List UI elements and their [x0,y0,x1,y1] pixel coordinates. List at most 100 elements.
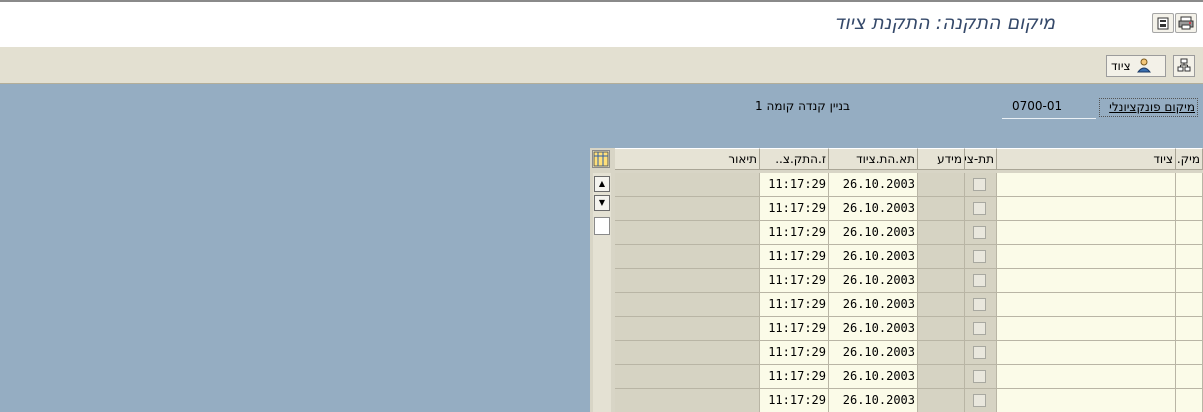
col-info-cell [918,197,965,221]
col-install-date-cell[interactable]: 26.10.2003 [829,245,918,269]
col-sub-equipment-cell [965,245,997,269]
col-sub-equipment-cell [965,365,997,389]
col-info-cell [918,317,965,341]
col-sub-equipment-cell [965,269,997,293]
col-info-cell [918,389,965,412]
col-location-cell[interactable] [1176,293,1203,317]
col-install-date-cell[interactable]: 26.10.2003 [829,389,918,412]
col-location-cell[interactable] [1176,269,1203,293]
col-info-cell [918,245,965,269]
col-location-cell[interactable] [1176,389,1203,412]
arrow-up-icon[interactable]: ▲ [594,176,610,192]
col-install-date-cell[interactable]: 26.10.2003 [829,221,918,245]
col-location-cell[interactable] [1176,197,1203,221]
column-header-description[interactable]: תיאור [615,148,760,170]
col-install-time-cell[interactable]: 11:17:29 [760,221,829,245]
column-header-equipment[interactable]: ציוד [997,148,1176,170]
col-install-time-cell[interactable]: 11:17:29 [760,245,829,269]
col-description-cell [615,317,760,341]
col-install-time-cell[interactable]: 11:17:29 [760,293,829,317]
functional-location-value: 0700-01 [1012,99,1063,113]
col-install-date-cell[interactable]: 26.10.2003 [829,341,918,365]
title-bar: מיקום התקנה: התקנת ציוד [0,0,1203,47]
col-location-cell[interactable] [1176,365,1203,389]
col-description-cell [615,245,760,269]
col-info-cell [918,293,965,317]
col-sub-equipment-cell [965,293,997,317]
col-sub-equipment-cell [965,221,997,245]
sub-equipment-checkbox[interactable] [973,178,986,191]
equipment-button[interactable]: ציוד [1106,55,1166,77]
col-install-date-cell[interactable]: 26.10.2003 [829,173,918,197]
col-location-cell[interactable] [1176,341,1203,365]
col-install-time-cell[interactable]: 11:17:29 [760,197,829,221]
col-equipment-cell[interactable] [997,389,1176,412]
column-header-install-time[interactable]: ז.התק.צ.. [760,148,829,170]
hierarchy-icon [1177,58,1191,75]
sub-equipment-checkbox[interactable] [973,322,986,335]
column-header-location[interactable]: מיק. [1176,148,1203,170]
functional-location-underline [1002,118,1096,119]
sub-equipment-checkbox[interactable] [973,226,986,239]
col-equipment-cell[interactable] [997,197,1176,221]
sub-equipment-checkbox[interactable] [973,370,986,383]
sub-equipment-checkbox[interactable] [973,274,986,287]
col-description-cell [615,197,760,221]
functional-location-label[interactable]: מיקום פונקציונלי [1099,98,1198,117]
col-info-cell [918,221,965,245]
column-header-info[interactable]: מידע [918,148,965,170]
col-install-time-cell[interactable]: 11:17:29 [760,317,829,341]
col-info-cell [918,173,965,197]
col-description-cell [615,269,760,293]
col-equipment-cell[interactable] [997,317,1176,341]
sub-equipment-checkbox[interactable] [973,202,986,215]
functional-location-description: בניין קנדה קומה 1 [755,99,850,113]
scrollbar-thumb[interactable] [594,217,610,235]
print-icon[interactable] [1175,13,1197,33]
col-equipment-cell[interactable] [997,269,1176,293]
application-toolbar: ציוד [0,47,1203,84]
col-equipment-cell[interactable] [997,173,1176,197]
col-equipment-cell[interactable] [997,221,1176,245]
col-location-cell[interactable] [1176,173,1203,197]
col-sub-equipment-cell [965,197,997,221]
col-location-cell[interactable] [1176,221,1203,245]
col-description-cell [615,173,760,197]
col-location-cell[interactable] [1176,317,1203,341]
col-info-cell [918,365,965,389]
col-equipment-cell[interactable] [997,341,1176,365]
col-sub-equipment-cell [965,173,997,197]
column-settings-icon[interactable] [592,150,610,168]
vertical-scrollbar[interactable]: ▲ ▼ [593,173,611,412]
column-header-sub-equipment[interactable]: תת-צי [965,148,997,170]
hierarchy-button[interactable] [1173,55,1195,77]
col-sub-equipment-cell [965,389,997,412]
col-location-cell[interactable] [1176,245,1203,269]
column-header-install-date[interactable]: תא.הת.ציוד [829,148,918,170]
col-equipment-cell[interactable] [997,365,1176,389]
col-install-date-cell[interactable]: 26.10.2003 [829,293,918,317]
sub-equipment-checkbox[interactable] [973,250,986,263]
col-install-date-cell[interactable]: 26.10.2003 [829,365,918,389]
sub-equipment-checkbox[interactable] [973,298,986,311]
col-description-cell [615,389,760,412]
col-equipment-cell[interactable] [997,293,1176,317]
col-description-cell [615,293,760,317]
col-description-cell [615,341,760,365]
display-change-icon[interactable] [1152,13,1174,33]
col-equipment-cell[interactable] [997,245,1176,269]
col-install-date-cell[interactable]: 26.10.2003 [829,317,918,341]
col-install-date-cell[interactable]: 26.10.2003 [829,269,918,293]
col-install-time-cell[interactable]: 11:17:29 [760,365,829,389]
col-install-date-cell[interactable]: 26.10.2003 [829,197,918,221]
col-sub-equipment-cell [965,341,997,365]
col-info-cell [918,269,965,293]
col-sub-equipment-cell [965,317,997,341]
sub-equipment-checkbox[interactable] [973,394,986,407]
col-install-time-cell[interactable]: 11:17:29 [760,341,829,365]
arrow-down-icon[interactable]: ▼ [594,195,610,211]
col-install-time-cell[interactable]: 11:17:29 [760,389,829,412]
col-install-time-cell[interactable]: 11:17:29 [760,269,829,293]
sub-equipment-checkbox[interactable] [973,346,986,359]
col-install-time-cell[interactable]: 11:17:29 [760,173,829,197]
